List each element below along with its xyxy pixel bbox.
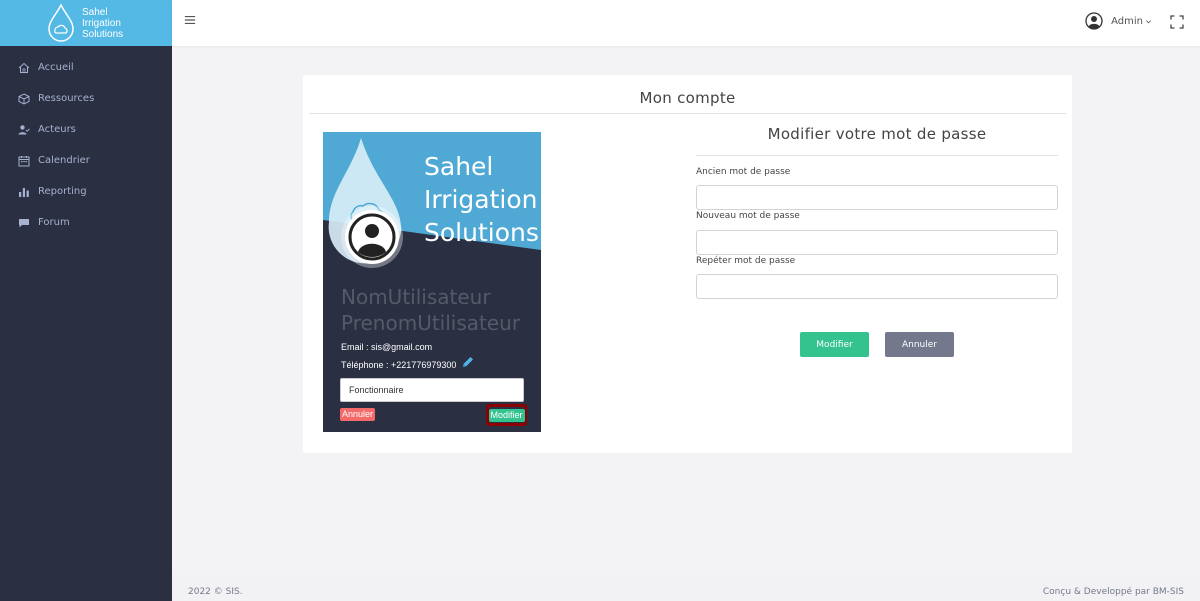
profile-brand-line1: Sahel [424, 152, 494, 181]
profile-phone-row: Téléphone : +221776979300 [341, 357, 475, 370]
old-password-input[interactable] [696, 185, 1058, 210]
brand-line3: Solutions [82, 28, 124, 40]
sidebar-item-calendrier[interactable]: Calendrier [0, 145, 172, 176]
sidebar-item-label: Accueil [38, 62, 74, 73]
topbar: Admin [172, 0, 1200, 46]
sidebar-item-forum[interactable]: Forum [0, 207, 172, 238]
home-icon [18, 62, 30, 74]
calendar-icon [18, 155, 30, 167]
password-form-divider [696, 155, 1058, 156]
brand-line2: Irrigation [82, 17, 121, 29]
sidebar-item-label: Acteurs [38, 124, 76, 135]
new-password-input[interactable] [696, 230, 1058, 255]
brand-header[interactable]: Sahel Irrigation Solutions [0, 0, 172, 46]
water-drop-logo [48, 3, 74, 42]
user-avatar-icon [1085, 12, 1103, 30]
repeat-password-label: Repéter mot de passe [696, 256, 796, 266]
sidebar-item-reporting[interactable]: Reporting [0, 176, 172, 207]
profile-firstname: PrenomUtilisateur [341, 311, 521, 335]
repeat-password-input[interactable] [696, 274, 1058, 299]
fullscreen-icon[interactable] [1170, 14, 1184, 29]
role-input[interactable]: Fonctionnaire [340, 378, 524, 402]
footer-copyright: 2022 © SIS. [188, 587, 243, 597]
page-title: Mon compte [639, 89, 736, 107]
profile-brand-text: Sahel Irrigation Solutions [424, 150, 539, 249]
footer: 2022 © SIS. Conçu & Developpé par BM-SIS [172, 573, 1200, 601]
profile-lastname: NomUtilisateur [341, 285, 491, 309]
profile-phone: Téléphone : +221776979300 [341, 360, 457, 370]
profile-modify-button[interactable]: Modifier [488, 408, 525, 422]
sidebar-item-label: Ressources [38, 93, 95, 104]
old-password-label: Ancien mot de passe [696, 167, 791, 177]
profile-fullname: NomUtilisateur PrenomUtilisateur [341, 284, 520, 336]
hamburger-menu-icon[interactable] [184, 14, 198, 28]
brand-text: Sahel Irrigation Solutions [82, 7, 123, 40]
user-name: Admin [1111, 15, 1143, 27]
pencil-icon[interactable] [461, 355, 475, 369]
profile-modify-highlight: Modifier [486, 404, 527, 426]
brand-line1: Sahel [82, 6, 108, 18]
sidebar-item-label: Calendrier [38, 155, 90, 166]
profile-avatar-icon [341, 206, 403, 268]
sidebar-nav: Accueil Ressources Acteurs Calendrier Re… [0, 52, 172, 238]
title-divider [309, 113, 1066, 114]
sidebar-item-label: Reporting [38, 186, 87, 197]
profile-brand-line3: Solutions [424, 218, 539, 247]
profile-card: Sahel Irrigation Solutions NomUtilisateu… [323, 132, 541, 432]
profile-brand-line2: Irrigation [424, 185, 538, 214]
user-menu[interactable]: Admin [1085, 12, 1152, 30]
sidebar-item-ressources[interactable]: Ressources [0, 83, 172, 114]
sidebar-item-label: Forum [38, 217, 70, 228]
chevron-down-icon [1146, 19, 1151, 23]
profile-cancel-button[interactable]: Annuler [340, 408, 376, 421]
sidebar-item-acteurs[interactable]: Acteurs [0, 114, 172, 145]
account-card: Mon compte Sahel Irrigation Solutions No… [303, 75, 1072, 453]
box-icon [18, 92, 30, 105]
profile-email: Email : sis@gmail.com [341, 342, 433, 352]
chat-icon [18, 217, 30, 229]
sidebar-item-accueil[interactable]: Accueil [0, 52, 172, 83]
new-password-label: Nouveau mot de passe [696, 211, 800, 221]
footer-credits: Conçu & Developpé par BM-SIS [1042, 587, 1184, 597]
user-check-icon [18, 124, 30, 136]
submit-password-button[interactable]: Modifier [800, 332, 869, 357]
password-form-title: Modifier votre mot de passe [767, 125, 987, 143]
bar-chart-icon [18, 186, 30, 198]
cancel-password-button[interactable]: Annuler [885, 332, 954, 357]
sidebar: Sahel Irrigation Solutions Accueil Resso… [0, 0, 172, 601]
